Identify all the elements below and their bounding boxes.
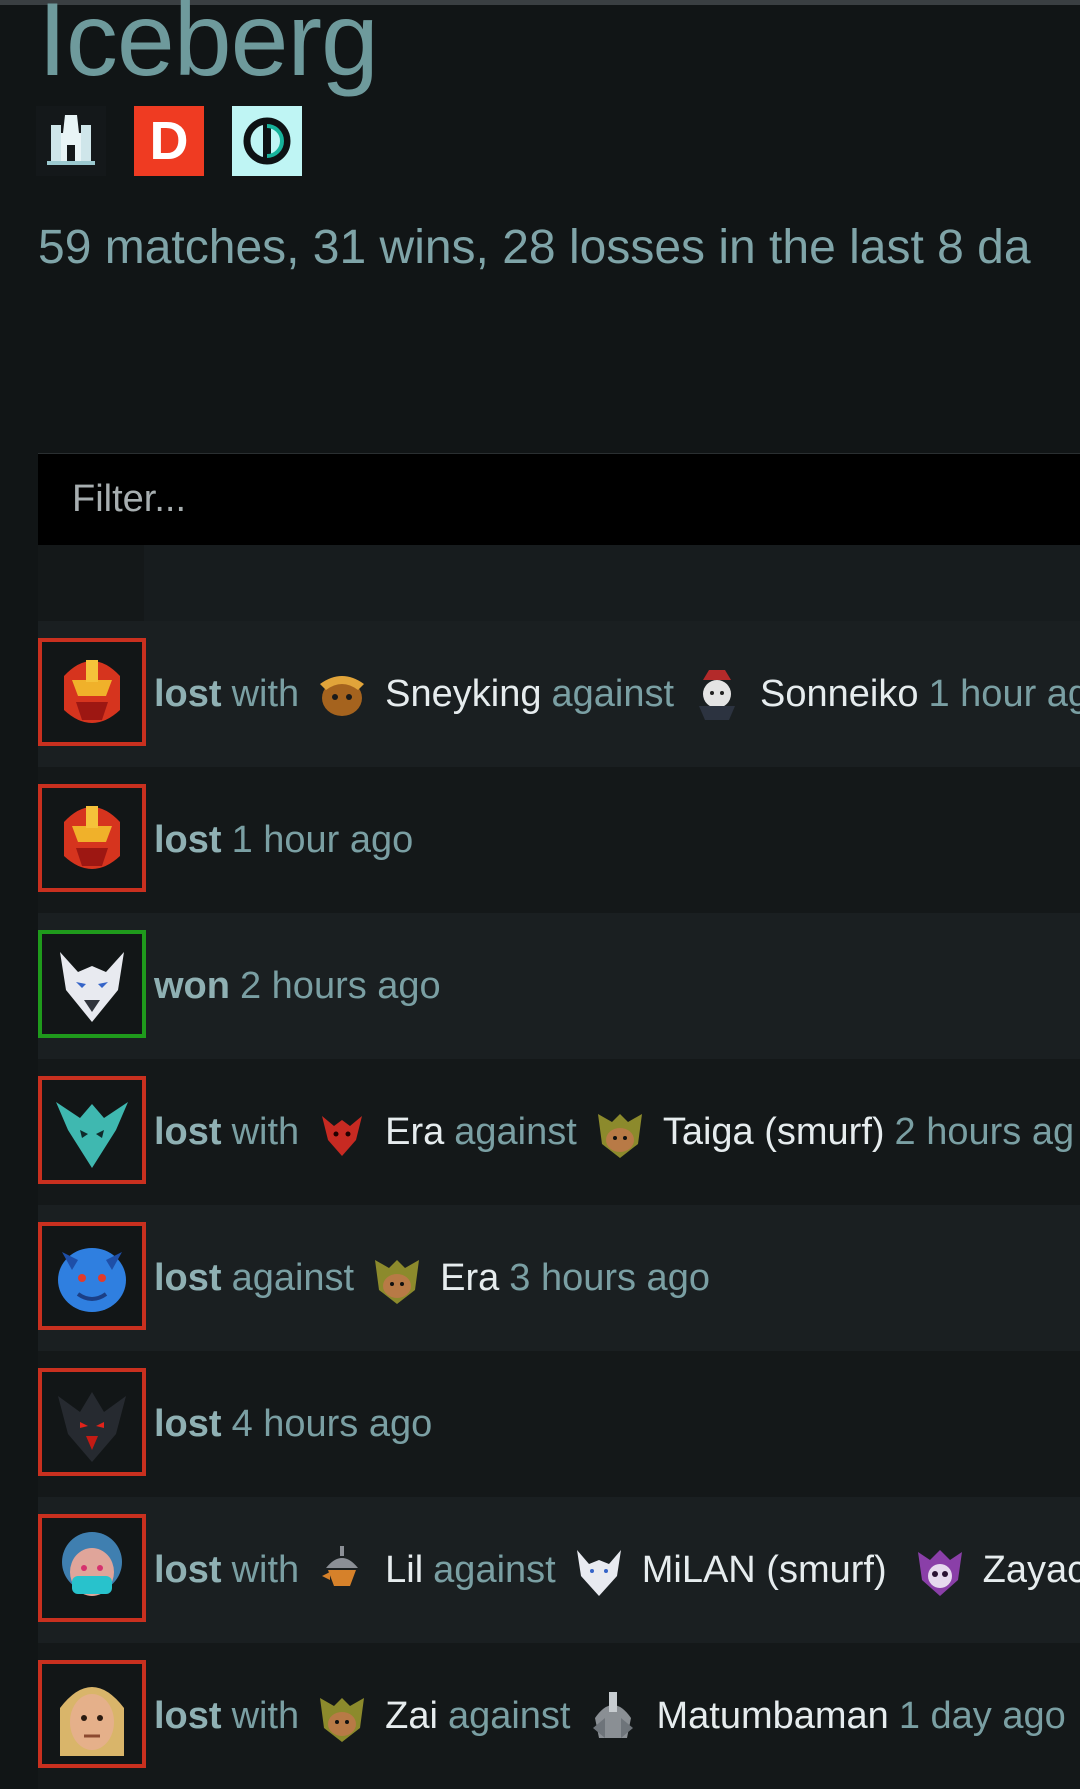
match-row[interactable]: won 2 hours ago (38, 913, 1080, 1059)
blue-creature-hero-icon[interactable] (38, 1222, 146, 1330)
match-description: lost with Lil against MiLAN (smurf) Zaya… (154, 1497, 1080, 1643)
table-header (38, 545, 1080, 621)
match-summary: 59 matches, 31 wins, 28 losses in the la… (38, 221, 1031, 274)
dark-demon-hero-icon[interactable] (38, 1368, 146, 1476)
match-description: lost against Era 3 hours ago (154, 1205, 710, 1351)
against-label: against (454, 1111, 577, 1153)
match-row[interactable]: lost with Zai against Matumbaman 1 day a… (38, 1643, 1080, 1789)
opponent-name[interactable]: Era (440, 1255, 499, 1301)
match-time: 3 hours ago (509, 1257, 710, 1299)
filter-input[interactable] (38, 477, 974, 522)
d-badge-icon[interactable]: D (134, 106, 204, 176)
match-result: lost (154, 1111, 222, 1153)
teal-dragon-hero-icon[interactable] (38, 1076, 146, 1184)
teammate-name[interactable]: Lil (385, 1547, 423, 1593)
masked-hero-icon[interactable] (38, 1514, 146, 1622)
purple-skull-hero-icon (909, 1539, 971, 1601)
opponent-name[interactable]: Taiga (smurf) (663, 1109, 885, 1155)
red-imp-hero-icon (311, 1101, 373, 1163)
match-row[interactable]: lost against Era 3 hours ago (38, 1205, 1080, 1351)
against-label: against (447, 1695, 571, 1737)
match-description: lost with Zai against Matumbaman 1 day a… (154, 1643, 1066, 1789)
against-label: against (551, 673, 675, 715)
match-time: 1 hour ag (928, 673, 1080, 715)
match-result: lost (154, 1695, 222, 1737)
teammate-name[interactable]: Era (385, 1109, 444, 1155)
match-time: 4 hours ago (231, 1403, 433, 1445)
red-helmet-hero-icon[interactable] (38, 784, 146, 892)
gnome-hero-icon (686, 663, 748, 725)
bull-hero-icon (311, 663, 373, 725)
profile-name: Iceberg (38, 0, 379, 98)
match-result: lost (154, 673, 222, 715)
red-helmet-hero-icon[interactable] (38, 638, 146, 746)
badge-row: D (36, 106, 302, 176)
helmet-bird-hero-icon (311, 1539, 373, 1601)
white-wolf-hero-icon[interactable] (38, 930, 146, 1038)
match-description: lost with Sneyking against Sonneiko 1 ho… (154, 621, 1080, 767)
match-description: lost with Era against Taiga (smurf) 2 ho… (154, 1059, 1074, 1205)
match-description: lost 4 hours ago (154, 1351, 432, 1497)
match-row[interactable]: lost 1 hour ago (38, 767, 1080, 913)
match-row[interactable]: lost with Sneyking against Sonneiko 1 ho… (38, 621, 1080, 767)
opponent-name[interactable]: Zayac (983, 1547, 1080, 1593)
opponent-name[interactable]: MiLAN (smurf) (642, 1547, 887, 1593)
against-label: against (433, 1549, 556, 1591)
match-time: 2 hours ago (239, 965, 441, 1007)
with-label: with (231, 1549, 300, 1591)
hooded-fox-hero-icon (311, 1685, 373, 1747)
hooded-fox-hero-icon (366, 1247, 428, 1309)
castle-icon[interactable] (36, 106, 106, 176)
match-result: lost (154, 1549, 222, 1591)
against-label: against (231, 1257, 355, 1299)
match-time: 1 day ago (898, 1695, 1066, 1737)
white-wolf-hero-icon (568, 1539, 630, 1601)
match-result: lost (154, 1403, 222, 1445)
match-description: won 2 hours ago (154, 913, 441, 1059)
filter-box[interactable] (38, 453, 1080, 545)
opponent-name[interactable]: Matumbaman (656, 1693, 888, 1739)
with-label: with (231, 1111, 300, 1153)
d-badge-label: D (149, 111, 189, 171)
match-row[interactable]: lost 4 hours ago (38, 1351, 1080, 1497)
opponent-name[interactable]: Sonneiko (760, 671, 918, 717)
with-label: with (231, 673, 300, 715)
match-row[interactable]: lost with Era against Taiga (smurf) 2 ho… (38, 1059, 1080, 1205)
match-result: lost (154, 819, 222, 861)
blond-warrior-hero-icon[interactable] (38, 1660, 146, 1768)
hooded-fox-hero-icon (589, 1101, 651, 1163)
match-result: lost (154, 1257, 222, 1299)
o-badge-icon[interactable] (232, 106, 302, 176)
match-row[interactable]: lost with Lil against MiLAN (smurf) Zaya… (38, 1497, 1080, 1643)
match-list: lost with Sneyking against Sonneiko 1 ho… (38, 621, 1080, 1789)
match-time: 1 hour ago (231, 819, 414, 861)
teammate-name[interactable]: Sneyking (385, 671, 541, 717)
table-header-cell (38, 545, 144, 621)
match-time: 2 hours ag (894, 1111, 1075, 1153)
with-label: with (231, 1695, 300, 1737)
match-result: won (154, 965, 230, 1007)
teammate-name[interactable]: Zai (385, 1693, 438, 1739)
armored-beast-hero-icon (582, 1685, 644, 1747)
match-description: lost 1 hour ago (154, 767, 413, 913)
